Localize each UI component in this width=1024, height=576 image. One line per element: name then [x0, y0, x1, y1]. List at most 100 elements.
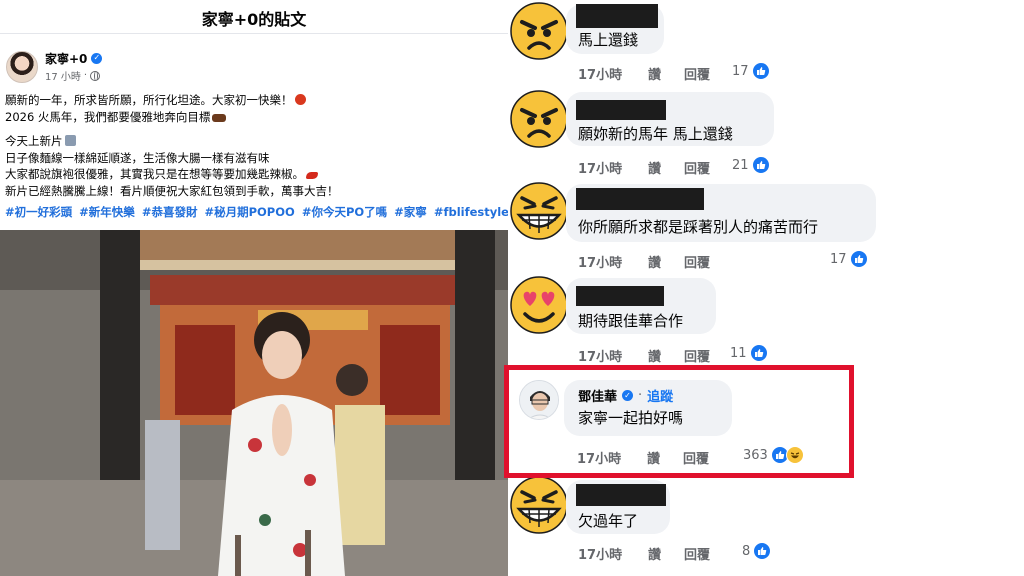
heart-eyes-face-emoji-icon — [510, 276, 568, 334]
reply-button[interactable]: 回覆 — [684, 158, 732, 177]
man-portrait-icon — [520, 381, 558, 419]
like-button[interactable]: 讚 — [648, 158, 684, 177]
like-reaction-icon — [749, 344, 768, 362]
post-line: 2026 火馬年，我們都要優雅地奔向目標 — [5, 109, 505, 126]
comment-text: 馬上還錢 — [578, 31, 639, 49]
hashtag-link[interactable]: #初一好彩頭 — [5, 205, 72, 219]
author-avatar[interactable] — [6, 51, 38, 83]
comment-time[interactable]: 17小時 — [578, 158, 648, 177]
like-button[interactable]: 讚 — [648, 252, 684, 271]
reaction-count[interactable]: 11 — [730, 344, 768, 362]
reaction-count[interactable]: 17 — [732, 62, 770, 80]
comment-actions: 17小時 讚 回覆 — [578, 544, 732, 563]
comment-time[interactable]: 17小時 — [578, 64, 648, 83]
separator: · — [638, 388, 643, 403]
angry-face-emoji-icon — [510, 2, 568, 60]
comment-bubble: 欠過年了 — [566, 480, 670, 534]
post-time[interactable]: 17 小時 — [45, 68, 81, 83]
grimacing-face-emoji-icon — [510, 182, 568, 240]
hashtag-link[interactable]: #恭喜發財 — [142, 205, 198, 219]
comment-time[interactable]: 17小時 — [578, 252, 648, 271]
author-name[interactable]: 家寧+0 — [45, 50, 87, 67]
reply-name-row: 鄧佳華 ✓ · 追蹤 — [578, 386, 673, 405]
reaction-count[interactable]: 363 — [743, 446, 804, 464]
reaction-count[interactable]: 17 — [830, 250, 868, 268]
grimacing-face-emoji-icon — [510, 476, 568, 534]
author-row: 家寧+0 ✓ — [45, 50, 103, 67]
comment: 願妳新的馬年 馬上還錢 17小時 讚 回覆 21 — [508, 88, 1024, 180]
like-button[interactable]: 讚 — [648, 346, 684, 365]
like-button[interactable]: 讚 — [648, 64, 684, 83]
comment-text: 期待跟佳華合作 — [578, 312, 684, 330]
reply-author-name[interactable]: 鄧佳華 — [578, 386, 617, 405]
post-line: 願新的一年，所求皆所願，所行化坦途。大家初一快樂！ — [5, 92, 505, 109]
like-button[interactable]: 讚 — [648, 544, 684, 563]
comment: 欠過年了 17小時 讚 回覆 8 — [508, 474, 1024, 576]
like-reaction-icon — [751, 156, 770, 174]
follow-button[interactable]: 追蹤 — [647, 386, 673, 405]
reply-button[interactable]: 回覆 — [684, 252, 732, 271]
hashtag-link[interactable]: #新年快樂 — [79, 205, 135, 219]
public-globe-icon — [90, 70, 101, 81]
haha-reaction-icon — [785, 446, 804, 464]
comment: 期待跟佳華合作 17小時 讚 回覆 11 — [508, 274, 1024, 365]
redacted-name — [576, 484, 666, 506]
comment-text: 願妳新的馬年 馬上還錢 — [578, 125, 733, 143]
like-reaction-icon — [849, 250, 868, 268]
reply-button[interactable]: 回覆 — [684, 64, 732, 83]
verified-badge-icon: ✓ — [91, 52, 103, 64]
comment-actions: 17小時 讚 回覆 — [578, 158, 732, 177]
reply-button[interactable]: 回覆 — [683, 448, 731, 467]
reply-button[interactable]: 回覆 — [684, 346, 732, 365]
comment-text: 欠過年了 — [578, 512, 639, 530]
comment-actions: 17小時 讚 回覆 — [578, 64, 732, 83]
reaction-count[interactable]: 8 — [742, 542, 772, 560]
page-title: 家寧+0的貼文 — [201, 10, 307, 29]
reply-author-avatar[interactable] — [519, 380, 559, 420]
reply-button[interactable]: 回覆 — [684, 544, 732, 563]
post-photo[interactable] — [0, 230, 508, 576]
reaction-count[interactable]: 21 — [732, 156, 770, 174]
post-meta: 17 小時 · — [45, 68, 101, 83]
horse-emoji-icon — [212, 113, 227, 122]
like-reaction-icon — [753, 542, 772, 560]
post-line: 大家都說旗袍很優雅，其實我只是在想等等要加幾匙辣椒。 — [5, 166, 505, 183]
comment-text: 你所願所求都是踩著別人的痛苦而行 — [578, 218, 819, 236]
comment-actions: 17小時 讚 回覆 — [578, 252, 732, 271]
redacted-name — [576, 188, 704, 210]
comment: 馬上還錢 17小時 讚 回覆 17 — [508, 0, 1024, 90]
redacted-name — [576, 286, 664, 306]
post-text: 願新的一年，所求皆所願，所行化坦途。大家初一快樂！ 2026 火馬年，我們都要優… — [5, 92, 505, 199]
red-circle-emoji-icon — [294, 94, 306, 105]
comment-bubble: 馬上還錢 — [566, 4, 664, 54]
hashtag-link[interactable]: #秘月期POPOO — [204, 205, 294, 219]
post-panel: 家寧+0的貼文 家寧+0 ✓ 17 小時 · 願新的一年，所求皆所願，所行化坦途… — [0, 0, 508, 576]
redacted-name — [576, 100, 666, 120]
reply-actions: 17小時 讚 回覆 — [577, 448, 731, 467]
comment-time[interactable]: 17小時 — [578, 346, 648, 365]
page-header: 家寧+0的貼文 — [0, 0, 508, 34]
temple-portrait-photo — [0, 230, 508, 576]
reply-time[interactable]: 17小時 — [577, 448, 647, 467]
post-line: 日子像麵線一樣綿延順遂，生活像大腸一樣有滋有味 — [5, 150, 270, 165]
comments-panel: 馬上還錢 17小時 讚 回覆 17 願妳新的馬年 馬上還錢 17小時 讚 回覆 — [508, 0, 1024, 576]
chili-pepper-emoji-icon — [306, 172, 318, 179]
hashtag-link[interactable]: #家寧 — [394, 205, 427, 219]
post-line: 新片已經熱騰騰上線！看片順便祝大家紅包領到手軟，萬事大吉！ — [5, 183, 339, 198]
comment-time[interactable]: 17小時 — [578, 544, 648, 563]
reply-bubble: 鄧佳華 ✓ · 追蹤 家寧一起拍好嗎 — [564, 380, 732, 436]
comment-bubble: 願妳新的馬年 馬上還錢 — [566, 92, 774, 146]
hashtag-link[interactable]: #fblifestyle — [434, 205, 508, 219]
reply-text: 家寧一起拍好嗎 — [578, 409, 684, 427]
verified-badge-icon: ✓ — [622, 390, 634, 401]
comment-bubble: 期待跟佳華合作 — [566, 278, 716, 334]
comment-actions: 17小時 讚 回覆 — [578, 346, 732, 365]
separator: · — [83, 70, 88, 81]
comment-bubble: 你所願所求都是踩著別人的痛苦而行 — [566, 184, 876, 242]
angry-face-emoji-icon — [510, 90, 568, 148]
like-button[interactable]: 讚 — [647, 448, 683, 467]
hashtag-link[interactable]: #你今天PO了嗎 — [302, 205, 387, 219]
comment: 你所願所求都是踩著別人的痛苦而行 17小時 讚 回覆 17 — [508, 182, 1024, 274]
hashtag-list: #初一好彩頭 #新年快樂 #恭喜發財 #秘月期POPOO #你今天PO了嗎 #家… — [5, 204, 508, 220]
post-line: 今天上新片 — [5, 133, 505, 150]
